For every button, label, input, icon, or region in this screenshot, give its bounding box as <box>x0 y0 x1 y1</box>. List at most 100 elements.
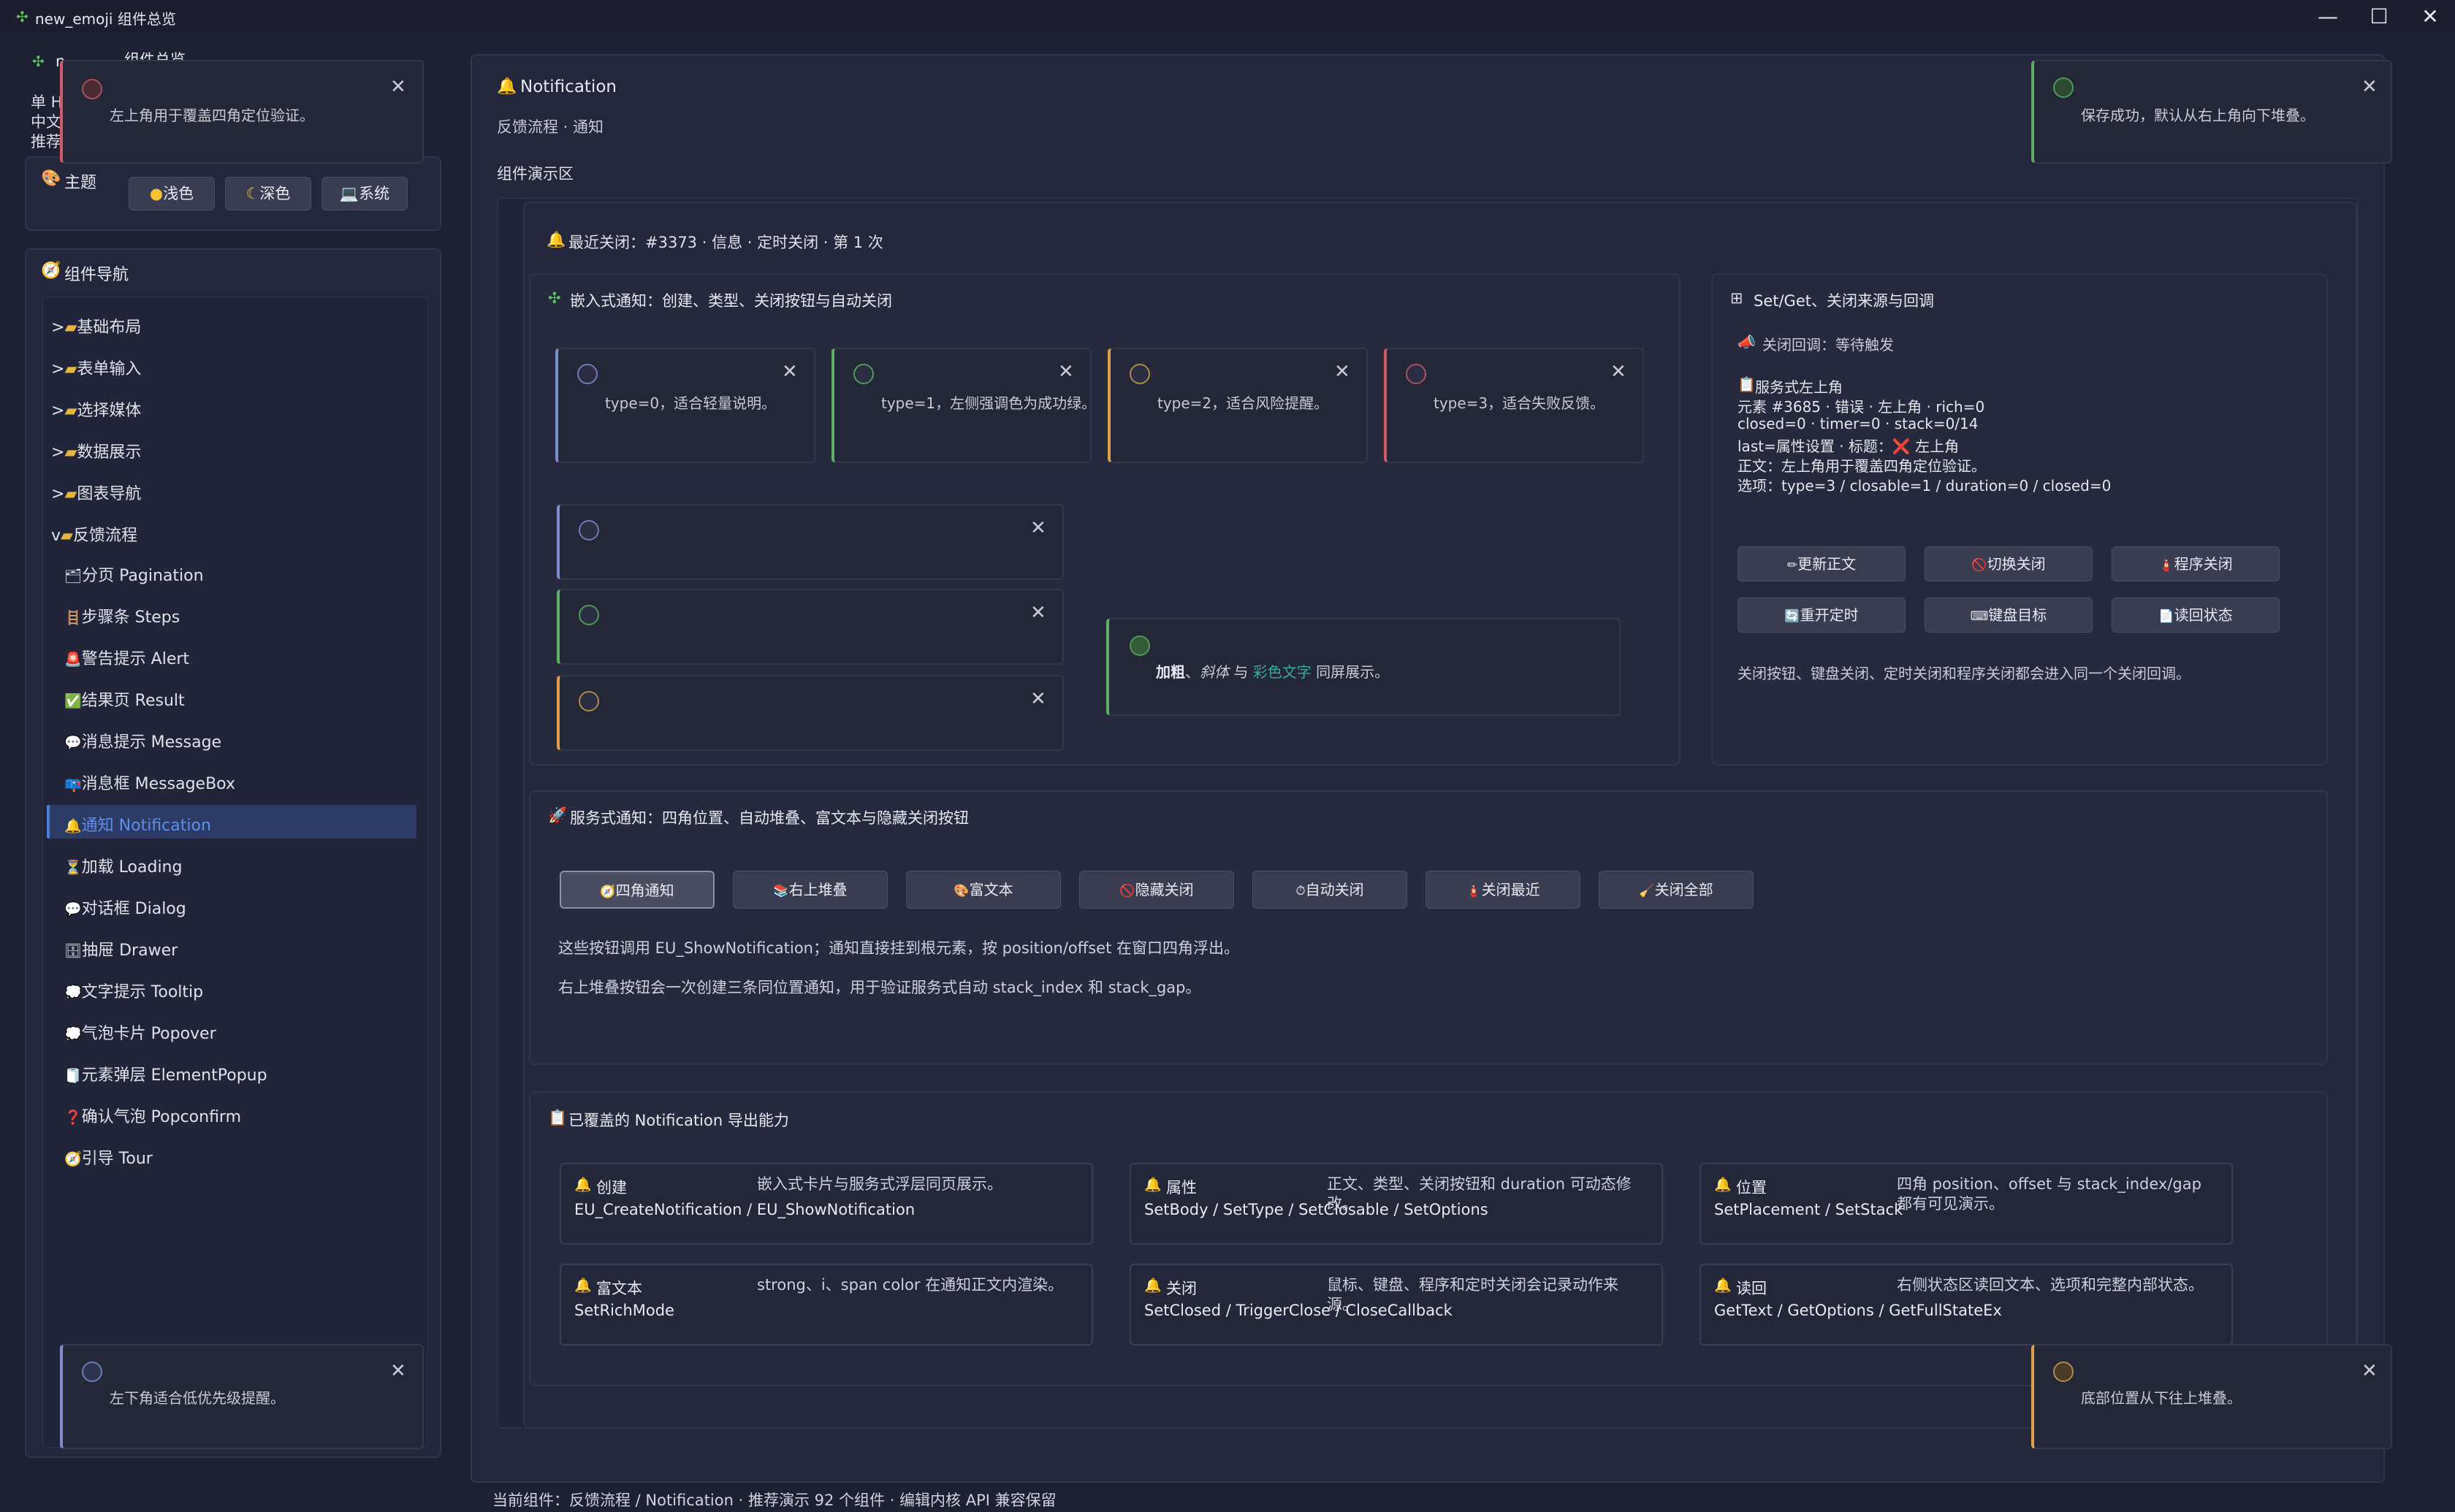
nav-item-14[interactable]: 🧭引导 Tour <box>64 1145 153 1169</box>
sidebar-desc-1: 单 H <box>31 93 63 111</box>
capability-desc: strong、i、span color 在通知正文内渲染。 <box>757 1276 1064 1294</box>
capability-name: 创建 <box>596 1179 627 1196</box>
setget-button-4[interactable]: ⌨键盘目标 <box>1925 597 2093 633</box>
button-icon: ✏ <box>1786 558 1798 573</box>
notification-body: type=0，适合轻量说明。 <box>605 394 777 412</box>
nav-item-6[interactable]: 🔔通知 Notification <box>64 812 211 836</box>
theme-system-button[interactable]: 💻系统 <box>321 177 408 210</box>
button-label: 富文本 <box>969 881 1013 898</box>
caret-icon: > <box>51 485 65 503</box>
window-title: new_emoji 组件总览 <box>35 10 176 28</box>
laptop-icon: 💻 <box>339 185 359 202</box>
collapsed-notification-2: ✕ <box>557 675 1064 751</box>
close-icon[interactable]: ✕ <box>1030 688 1046 710</box>
nav-item-10[interactable]: 💭文字提示 Tooltip <box>64 979 203 1002</box>
nav-group-label: 反馈流程 <box>72 527 137 545</box>
nav-item-icon: 🗂 <box>64 568 83 584</box>
folder-icon: ▰ <box>64 360 77 378</box>
nav-item-label: 步骤条 Steps <box>81 608 180 627</box>
close-icon[interactable]: ✕ <box>390 1360 406 1382</box>
button-icon: 🧯 <box>1466 884 1482 898</box>
service-button-3[interactable]: 🚫隐藏关闭 <box>1079 871 1234 909</box>
minimize-icon[interactable]: — <box>2306 3 2350 31</box>
theme-light-button[interactable]: ●浅色 <box>129 177 215 210</box>
embedded-notification-3: ✕ type=3，适合失败反馈。 <box>1384 348 1644 463</box>
service-button-0[interactable]: 🧭四角通知 <box>560 871 715 909</box>
megaphone-icon: 📣 <box>1737 333 1756 351</box>
button-icon: ⌨ <box>1970 609 1989 624</box>
status-bar: 当前组件：反馈流程 / Notification · 推荐演示 92 个组件 ·… <box>492 1492 1057 1509</box>
nav-group-label: 表单输入 <box>77 360 142 378</box>
nav-item-7[interactable]: ⏳加载 Loading <box>64 854 182 877</box>
nav-group-3[interactable]: >▰数据展示 <box>51 439 141 462</box>
nav-group-0[interactable]: >▰基础布局 <box>51 314 141 337</box>
setget-button-1[interactable]: 🚫切换关闭 <box>1925 546 2093 581</box>
button-icon: 🔄 <box>1784 609 1800 624</box>
maximize-icon[interactable]: ☐ <box>2357 3 2401 31</box>
clipboard-icon: 📋 <box>1737 375 1756 393</box>
nav-item-3[interactable]: ✅结果页 Result <box>64 687 185 711</box>
close-icon[interactable]: ✕ <box>1058 361 1074 383</box>
button-icon: ⏱ <box>1295 884 1306 898</box>
nav-group-2[interactable]: >▰选择媒体 <box>51 397 141 421</box>
warning-icon <box>2053 1362 2074 1382</box>
close-icon[interactable]: ✕ <box>2361 76 2378 98</box>
nav-item-9[interactable]: 🗄抽屉 Drawer <box>64 937 178 961</box>
nav-group-label: 数据展示 <box>77 443 142 462</box>
nav-item-icon: 🧻 <box>64 1068 82 1084</box>
capability-api: SetRichMode <box>574 1302 674 1319</box>
type-icon <box>579 520 599 541</box>
service-button-4[interactable]: ⏱自动关闭 <box>1252 871 1407 909</box>
nav-item-icon: 🧭 <box>64 1151 82 1167</box>
nav-item-11[interactable]: 💭气泡卡片 Popover <box>64 1020 216 1044</box>
capability-desc: 正文、类型、关闭按钮和 duration 可动态修改。 <box>1327 1175 1632 1213</box>
close-icon[interactable]: ✕ <box>1334 361 1350 383</box>
setget-button-2[interactable]: 🧯程序关闭 <box>2112 546 2280 581</box>
close-icon[interactable]: ✕ <box>1030 602 1046 624</box>
nav-item-2[interactable]: 🚨警告提示 Alert <box>64 646 189 669</box>
nav-item-0[interactable]: 🗂分页 Pagination <box>64 562 204 586</box>
nav-item-4[interactable]: 💬消息提示 Message <box>64 729 221 752</box>
embedded-notification-2: ✕ type=2，适合风险提醒。 <box>1108 348 1368 463</box>
nav-item-12[interactable]: 🧻元素弹层 ElementPopup <box>64 1062 267 1085</box>
nav-item-label: 结果页 Result <box>81 692 185 710</box>
nav-group-1[interactable]: >▰表单输入 <box>51 356 141 379</box>
button-icon: 📄 <box>2158 609 2174 624</box>
sun-icon: ● <box>149 185 164 202</box>
nav-group-4[interactable]: >▰图表导航 <box>51 481 141 504</box>
close-icon[interactable]: ✕ <box>2361 1360 2378 1382</box>
theme-dark-button[interactable]: ☾深色 <box>225 177 311 210</box>
close-icon[interactable]: ✕ <box>782 361 798 383</box>
nav-item-icon: 💬 <box>64 735 82 751</box>
notification-body: type=1，左侧强调色为成功绿。 <box>881 394 1097 412</box>
folder-icon: ▰ <box>64 485 77 503</box>
setget-button-3[interactable]: 🔄重开定时 <box>1737 597 1906 633</box>
close-icon[interactable]: ✕ <box>2408 3 2452 31</box>
capability-desc: 鼠标、键盘、程序和定时关闭会记录动作来源。 <box>1327 1276 1618 1313</box>
state-line-0: 服务式左上角 <box>1755 378 1843 396</box>
nav-item-1[interactable]: 🪜步骤条 Steps <box>64 604 180 627</box>
service-button-6[interactable]: 🧹关闭全部 <box>1599 871 1754 909</box>
type-icon <box>577 364 598 384</box>
nav-group-5[interactable]: v▰反馈流程 <box>51 522 137 546</box>
button-label: 读回状态 <box>2174 606 2233 624</box>
nav-group-label: 基础布局 <box>77 318 142 337</box>
setget-button-0[interactable]: ✏更新正文 <box>1737 546 1906 581</box>
nav-item-8[interactable]: 💬对话框 Dialog <box>64 896 186 919</box>
type-icon <box>1130 364 1150 384</box>
service-button-2[interactable]: 🎨富文本 <box>906 871 1061 909</box>
close-icon[interactable]: ✕ <box>1030 517 1046 539</box>
nav-group-label: 图表导航 <box>77 485 142 503</box>
nav-item-5[interactable]: 📪消息框 MessageBox <box>64 771 235 794</box>
setget-button-5[interactable]: 📄读回状态 <box>2112 597 2280 633</box>
close-icon[interactable]: ✕ <box>1610 361 1626 383</box>
service-button-1[interactable]: 📚右上堆叠 <box>733 871 888 909</box>
nav-item-13[interactable]: ❓确认气泡 Popconfirm <box>64 1104 241 1127</box>
nav-title: 组件导航 <box>64 266 129 284</box>
success-icon <box>1130 635 1150 656</box>
button-label: 四角通知 <box>615 882 674 899</box>
capabilities-title: 已覆盖的 Notification 导出能力 <box>568 1112 789 1129</box>
embedded-notification-1: ✕ type=1，左侧强调色为成功绿。 <box>831 348 1096 463</box>
service-button-5[interactable]: 🧯关闭最近 <box>1426 871 1580 909</box>
close-icon[interactable]: ✕ <box>390 76 406 98</box>
